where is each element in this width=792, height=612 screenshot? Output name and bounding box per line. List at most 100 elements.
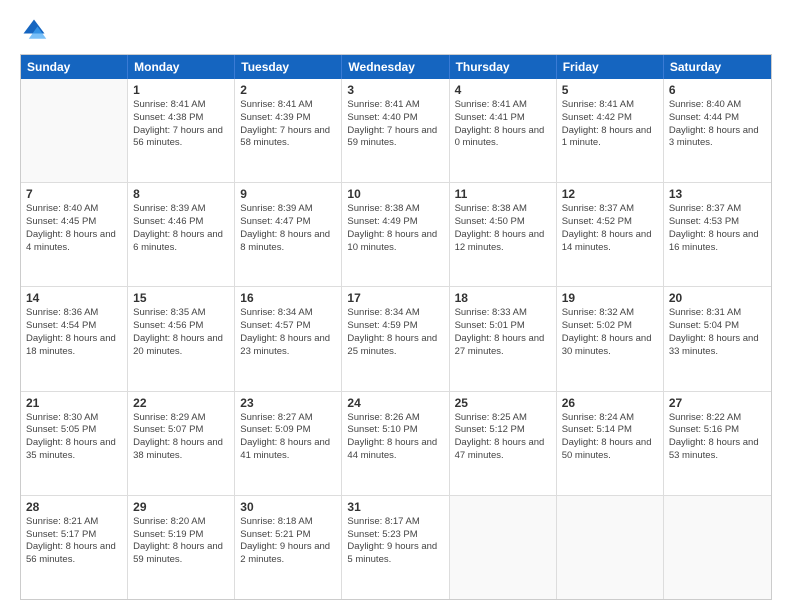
day-number: 31 [347,500,443,514]
day-number: 29 [133,500,229,514]
calendar-cell: 29Sunrise: 8:20 AM Sunset: 5:19 PM Dayli… [128,496,235,599]
cell-details: Sunrise: 8:41 AM Sunset: 4:42 PM Dayligh… [562,99,658,150]
calendar-header-cell: Tuesday [235,55,342,79]
cell-details: Sunrise: 8:32 AM Sunset: 5:02 PM Dayligh… [562,307,658,358]
calendar-cell: 23 Sunrise: 8:27 AM Sunset: 5:09 PM Dayli… [235,392,342,495]
cell-details: Sunrise: 8:37 AM Sunset: 4:53 PM Dayligh… [669,203,766,254]
day-number: 1 [133,83,229,97]
calendar-row: 21 Sunrise: 8:30 AM Sunset: 5:05 PM Dayli… [21,392,771,496]
cell-details: Sunrise: 8:35 AM Sunset: 4:56 PM Dayligh… [133,307,229,358]
day-number: 3 [347,83,443,97]
day-number: 28 [26,500,122,514]
cell-details: Sunrise: 8:39 AM Sunset: 4:46 PM Dayligh… [133,203,229,254]
day-number: 23 [240,396,336,410]
day-number: 5 [562,83,658,97]
calendar: SundayMondayTuesdayWednesdayThursdayFrid… [20,54,772,600]
calendar-header: SundayMondayTuesdayWednesdayThursdayFrid… [21,55,771,79]
day-number: 30 [240,500,336,514]
cell-details: Sunrise: 8:31 AM Sunset: 5:04 PM Dayligh… [669,307,766,358]
calendar-cell: 1 Sunrise: 8:41 AM Sunset: 4:38 PM Daylig… [128,79,235,182]
calendar-cell: 9Sunrise: 8:39 AM Sunset: 4:47 PM Daylig… [235,183,342,286]
calendar-cell: 19 Sunrise: 8:32 AM Sunset: 5:02 PM Dayli… [557,287,664,390]
calendar-cell [557,496,664,599]
cell-details: Sunrise: 8:36 AM Sunset: 4:54 PM Dayligh… [26,307,122,358]
cell-details: Sunrise: 8:38 AM Sunset: 4:49 PM Dayligh… [347,203,443,254]
calendar-cell: 2Sunrise: 8:41 AM Sunset: 4:39 PM Daylig… [235,79,342,182]
day-number: 16 [240,291,336,305]
cell-details: Sunrise: 8:41 AM Sunset: 4:39 PM Dayligh… [240,99,336,150]
calendar-cell: 25Sunrise: 8:25 AM Sunset: 5:12 PM Dayli… [450,392,557,495]
calendar-cell: 11 Sunrise: 8:38 AM Sunset: 4:50 PM Dayli… [450,183,557,286]
day-number: 7 [26,187,122,201]
cell-details: Sunrise: 8:26 AM Sunset: 5:10 PM Dayligh… [347,412,443,463]
calendar-cell: 22 Sunrise: 8:29 AM Sunset: 5:07 PM Dayli… [128,392,235,495]
calendar-cell: 27Sunrise: 8:22 AM Sunset: 5:16 PM Dayli… [664,392,771,495]
cell-details: Sunrise: 8:18 AM Sunset: 5:21 PM Dayligh… [240,516,336,567]
day-number: 12 [562,187,658,201]
cell-details: Sunrise: 8:30 AM Sunset: 5:05 PM Dayligh… [26,412,122,463]
calendar-header-cell: Sunday [21,55,128,79]
calendar-cell [450,496,557,599]
calendar-cell [664,496,771,599]
calendar-cell: 31 Sunrise: 8:17 AM Sunset: 5:23 PM Dayli… [342,496,449,599]
calendar-cell: 28 Sunrise: 8:21 AM Sunset: 5:17 PM Dayli… [21,496,128,599]
calendar-cell [21,79,128,182]
calendar-cell: 7 Sunrise: 8:40 AM Sunset: 4:45 PM Daylig… [21,183,128,286]
cell-details: Sunrise: 8:25 AM Sunset: 5:12 PM Dayligh… [455,412,551,463]
calendar-cell: 21 Sunrise: 8:30 AM Sunset: 5:05 PM Dayli… [21,392,128,495]
day-number: 11 [455,187,551,201]
calendar-cell: 18 Sunrise: 8:33 AM Sunset: 5:01 PM Dayli… [450,287,557,390]
cell-details: Sunrise: 8:39 AM Sunset: 4:47 PM Dayligh… [240,203,336,254]
header [20,16,772,44]
day-number: 15 [133,291,229,305]
calendar-cell: 8 Sunrise: 8:39 AM Sunset: 4:46 PM Daylig… [128,183,235,286]
calendar-body: 1 Sunrise: 8:41 AM Sunset: 4:38 PM Daylig… [21,79,771,599]
day-number: 20 [669,291,766,305]
cell-details: Sunrise: 8:38 AM Sunset: 4:50 PM Dayligh… [455,203,551,254]
cell-details: Sunrise: 8:34 AM Sunset: 4:57 PM Dayligh… [240,307,336,358]
cell-details: Sunrise: 8:17 AM Sunset: 5:23 PM Dayligh… [347,516,443,567]
calendar-cell: 15 Sunrise: 8:35 AM Sunset: 4:56 PM Dayli… [128,287,235,390]
cell-details: Sunrise: 8:41 AM Sunset: 4:41 PM Dayligh… [455,99,551,150]
cell-details: Sunrise: 8:40 AM Sunset: 4:44 PM Dayligh… [669,99,766,150]
day-number: 10 [347,187,443,201]
cell-details: Sunrise: 8:41 AM Sunset: 4:40 PM Dayligh… [347,99,443,150]
calendar-cell: 24 Sunrise: 8:26 AM Sunset: 5:10 PM Dayli… [342,392,449,495]
day-number: 4 [455,83,551,97]
cell-details: Sunrise: 8:40 AM Sunset: 4:45 PM Dayligh… [26,203,122,254]
logo-icon [20,16,48,44]
page: SundayMondayTuesdayWednesdayThursdayFrid… [0,0,792,612]
cell-details: Sunrise: 8:27 AM Sunset: 5:09 PM Dayligh… [240,412,336,463]
day-number: 24 [347,396,443,410]
calendar-cell: 10 Sunrise: 8:38 AM Sunset: 4:49 PM Dayli… [342,183,449,286]
day-number: 14 [26,291,122,305]
calendar-cell: 20 Sunrise: 8:31 AM Sunset: 5:04 PM Dayli… [664,287,771,390]
cell-details: Sunrise: 8:29 AM Sunset: 5:07 PM Dayligh… [133,412,229,463]
day-number: 19 [562,291,658,305]
calendar-header-cell: Saturday [664,55,771,79]
day-number: 13 [669,187,766,201]
day-number: 17 [347,291,443,305]
calendar-header-cell: Wednesday [342,55,449,79]
cell-details: Sunrise: 8:34 AM Sunset: 4:59 PM Dayligh… [347,307,443,358]
calendar-header-cell: Thursday [450,55,557,79]
calendar-cell: 26Sunrise: 8:24 AM Sunset: 5:14 PM Dayli… [557,392,664,495]
cell-details: Sunrise: 8:24 AM Sunset: 5:14 PM Dayligh… [562,412,658,463]
calendar-cell: 4 Sunrise: 8:41 AM Sunset: 4:41 PM Daylig… [450,79,557,182]
calendar-cell: 12Sunrise: 8:37 AM Sunset: 4:52 PM Dayli… [557,183,664,286]
day-number: 8 [133,187,229,201]
day-number: 21 [26,396,122,410]
calendar-row: 7 Sunrise: 8:40 AM Sunset: 4:45 PM Daylig… [21,183,771,287]
calendar-row: 28 Sunrise: 8:21 AM Sunset: 5:17 PM Dayli… [21,496,771,599]
calendar-cell: 6Sunrise: 8:40 AM Sunset: 4:44 PM Daylig… [664,79,771,182]
logo [20,16,52,44]
cell-details: Sunrise: 8:21 AM Sunset: 5:17 PM Dayligh… [26,516,122,567]
day-number: 22 [133,396,229,410]
calendar-cell: 3 Sunrise: 8:41 AM Sunset: 4:40 PM Daylig… [342,79,449,182]
calendar-row: 1 Sunrise: 8:41 AM Sunset: 4:38 PM Daylig… [21,79,771,183]
day-number: 18 [455,291,551,305]
calendar-header-cell: Friday [557,55,664,79]
cell-details: Sunrise: 8:33 AM Sunset: 5:01 PM Dayligh… [455,307,551,358]
cell-details: Sunrise: 8:41 AM Sunset: 4:38 PM Dayligh… [133,99,229,150]
calendar-cell: 13 Sunrise: 8:37 AM Sunset: 4:53 PM Dayli… [664,183,771,286]
